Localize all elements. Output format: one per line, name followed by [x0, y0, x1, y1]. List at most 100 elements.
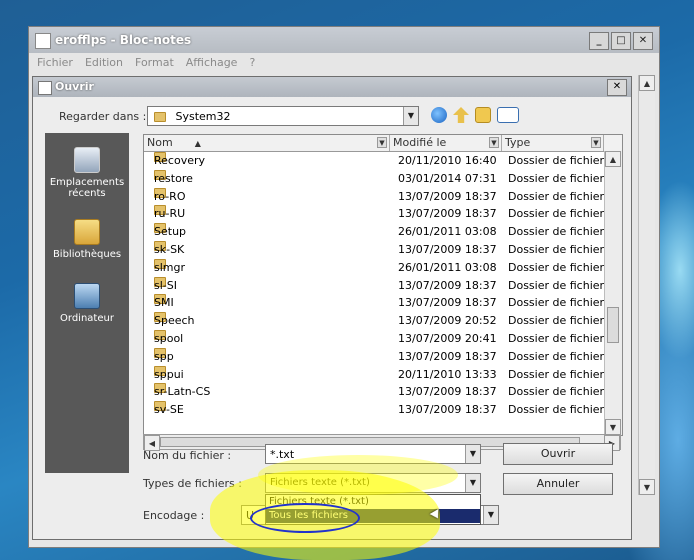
libraries-icon: [74, 219, 100, 245]
file-row[interactable]: slmgr 26/01/2011 03:08 Dossier de fichiers: [144, 258, 610, 277]
file-row[interactable]: spp 13/07/2009 18:37 Dossier de fichiers: [144, 347, 610, 366]
file-type: Dossier de fichiers: [508, 278, 610, 292]
close-button[interactable]: ✕: [633, 32, 653, 50]
file-row[interactable]: sk-SK 13/07/2009 18:37 Dossier de fichiers: [144, 240, 610, 259]
file-name: sl-SI: [154, 278, 177, 292]
open-button[interactable]: Ouvrir: [503, 443, 613, 465]
filename-label: Nom du fichier :: [143, 449, 232, 462]
file-type: Dossier de fichiers: [508, 242, 610, 256]
dialog-title: Ouvrir: [55, 80, 94, 93]
file-name: sk-SK: [154, 242, 185, 256]
filetype-select[interactable]: Fichiers texte (*.txt) ▼: [265, 473, 481, 493]
place-computer-label: Ordinateur: [60, 313, 114, 324]
filetype-label: Types de fichiers :: [143, 477, 242, 490]
file-date: 13/07/2009 18:37: [398, 403, 497, 417]
file-name: slmgr: [154, 260, 186, 274]
notepad-title: erofflps - Bloc-notes: [55, 33, 192, 47]
file-row[interactable]: ro-RO 13/07/2009 18:37 Dossier de fichiers: [144, 187, 610, 206]
scroll-down-arrow-icon[interactable]: ▼: [605, 419, 621, 435]
file-type: Dossier de fichiers: [508, 171, 610, 185]
file-type: Dossier de fichiers: [508, 349, 610, 363]
place-libraries-label: Bibliothèques: [52, 249, 122, 260]
file-row[interactable]: sl-SI 13/07/2009 18:37 Dossier de fichiers: [144, 276, 610, 295]
computer-icon: [74, 283, 100, 309]
file-name: ru-RU: [154, 207, 186, 221]
dialog-titlebar[interactable]: Ouvrir ✕: [33, 77, 631, 97]
file-row[interactable]: restore 03/01/2014 07:31 Dossier de fichie…: [144, 169, 610, 188]
look-in-label: Regarder dans :: [59, 110, 147, 123]
place-libraries[interactable]: Bibliothèques: [45, 219, 129, 260]
file-name: sr-Latn-CS: [154, 385, 211, 399]
file-row[interactable]: Setup 26/01/2011 03:08 Dossier de fichiers: [144, 223, 610, 241]
file-date: 13/07/2009 18:37: [398, 296, 497, 310]
file-type: Dossier de fichiers: [508, 403, 610, 417]
file-name: ro-RO: [154, 189, 186, 203]
file-name: spool: [154, 331, 184, 345]
file-name: Setup: [154, 225, 187, 239]
file-row[interactable]: spool 13/07/2009 20:41 Dossier de fichiers: [144, 329, 610, 348]
place-recent[interactable]: Emplacements récents: [45, 147, 129, 199]
menu-format[interactable]: Format: [135, 53, 174, 73]
file-row[interactable]: ru-RU 13/07/2009 18:37 Dossier de fichiers: [144, 205, 610, 223]
column-name[interactable]: Nom ▲ ▼: [144, 135, 390, 151]
maximize-button[interactable]: □: [611, 32, 631, 50]
file-row[interactable]: Speech 13/07/2009 20:52 Dossier de fichier…: [144, 312, 610, 330]
places-bar: Emplacements récents Bibliothèques Ordin…: [45, 133, 129, 473]
minimize-button[interactable]: _: [589, 32, 609, 50]
encoding-label: Encodage :: [143, 509, 205, 522]
file-row[interactable]: sr-Latn-CS 13/07/2009 18:37 Dossier de fic…: [144, 383, 610, 401]
filename-input[interactable]: *.txt ▼: [265, 444, 481, 464]
view-menu-icon[interactable]: [497, 107, 519, 123]
scroll-up-arrow-icon[interactable]: ▲: [639, 75, 655, 91]
file-name: spp: [154, 349, 174, 363]
file-date: 13/07/2009 20:41: [398, 331, 497, 345]
chevron-down-icon[interactable]: ▼: [465, 474, 480, 492]
file-date: 20/11/2010 16:40: [398, 154, 497, 167]
look-in-combo[interactable]: System32 ▼: [147, 106, 419, 126]
column-modified[interactable]: Modifié le ▼: [390, 135, 502, 151]
scroll-thumb[interactable]: [607, 307, 619, 343]
notepad-scrollbar[interactable]: ▲ ▼: [638, 75, 655, 495]
option-text-files[interactable]: Fichiers texte (*.txt): [266, 495, 480, 509]
menu-edition[interactable]: Edition: [85, 53, 123, 73]
file-date: 26/01/2011 03:08: [398, 260, 497, 274]
scroll-down-arrow-icon[interactable]: ▼: [639, 479, 655, 495]
notepad-titlebar[interactable]: erofflps - Bloc-notes _ □ ✕: [29, 27, 659, 53]
recent-places-icon: [74, 147, 100, 173]
file-row[interactable]: sv-SE 13/07/2009 18:37 Dossier de fichiers: [144, 401, 610, 419]
open-dialog: Ouvrir ✕ Regarder dans : System32 ▼ Empl…: [32, 76, 632, 540]
place-computer[interactable]: Ordinateur: [45, 283, 129, 324]
chevron-down-icon[interactable]: ▼: [465, 445, 480, 463]
file-date: 13/07/2009 18:37: [398, 278, 497, 292]
column-type-dropdown-icon[interactable]: ▼: [591, 137, 601, 148]
file-row[interactable]: sppui 20/11/2010 13:33 Dossier de fichiers: [144, 365, 610, 384]
file-list-vscrollbar[interactable]: ▲ ▼: [604, 151, 622, 435]
cancel-button[interactable]: Annuler: [503, 473, 613, 495]
file-type: Dossier de fichiers: [508, 367, 610, 381]
column-name-dropdown-icon[interactable]: ▼: [377, 137, 387, 148]
chevron-down-icon[interactable]: ▼: [403, 107, 418, 125]
column-type[interactable]: Type ▼: [502, 135, 604, 151]
file-row[interactable]: SMI 13/07/2009 18:37 Dossier de fichiers: [144, 294, 610, 312]
file-type: Dossier de fichiers: [508, 189, 610, 203]
place-recent-label: Emplacements récents: [49, 177, 125, 199]
file-row[interactable]: Recovery 20/11/2010 16:40 Dossier de fichi…: [144, 152, 610, 170]
file-name: Speech: [154, 314, 195, 328]
file-date: 13/07/2009 18:37: [398, 385, 497, 399]
new-folder-icon[interactable]: [475, 107, 491, 123]
back-icon[interactable]: [431, 107, 447, 123]
scroll-up-arrow-icon[interactable]: ▲: [605, 151, 621, 167]
menu-affichage[interactable]: Affichage: [186, 53, 238, 73]
file-list[interactable]: Nom ▲ ▼ Modifié le ▼ Type ▼ Recovery 20/11…: [143, 134, 623, 436]
column-modified-dropdown-icon[interactable]: ▼: [489, 137, 499, 148]
menu-help[interactable]: ?: [249, 53, 255, 73]
file-name: sppui: [154, 367, 184, 381]
menu-fichier[interactable]: Fichier: [37, 53, 73, 73]
file-type: Dossier de fichiers: [508, 225, 610, 239]
file-type: Dossier de fichiers: [508, 260, 610, 274]
chevron-down-icon[interactable]: ▼: [483, 506, 498, 524]
dialog-close-button[interactable]: ✕: [607, 79, 627, 96]
option-all-files[interactable]: Tous les fichiers: [266, 509, 480, 523]
up-folder-icon[interactable]: [453, 107, 469, 123]
file-date: 13/07/2009 18:37: [398, 189, 497, 203]
